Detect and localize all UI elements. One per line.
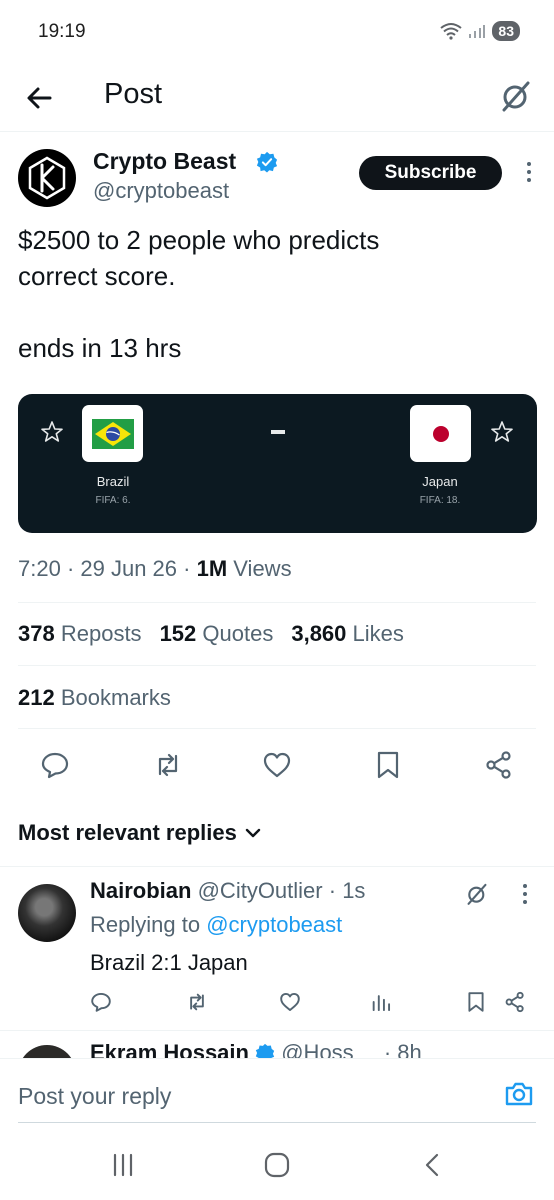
star-icon[interactable] xyxy=(490,420,514,444)
status-bar: 19:19 83 xyxy=(0,0,554,66)
bookmark-icon[interactable] xyxy=(465,991,487,1013)
reply-time: · 8h xyxy=(383,1040,422,1058)
reply-author-name[interactable]: Ekram Hossain xyxy=(90,1040,249,1058)
chevron-down-icon xyxy=(245,828,261,838)
views-label: Views xyxy=(233,556,292,581)
reply-time: · 1s xyxy=(328,878,366,903)
camera-icon[interactable] xyxy=(504,1079,534,1109)
score-separator xyxy=(271,430,285,434)
status-time: 19:19 xyxy=(38,21,86,42)
author-avatar[interactable] xyxy=(18,149,76,207)
composer-underline xyxy=(18,1122,536,1123)
divider xyxy=(0,866,554,867)
crypto-beast-logo-icon xyxy=(19,150,75,206)
back-arrow-icon[interactable] xyxy=(22,78,62,118)
home-icon[interactable] xyxy=(262,1150,292,1180)
away-team-fifa: FIFA: 18. xyxy=(419,495,461,506)
divider xyxy=(18,602,536,603)
brazil-flag xyxy=(82,405,143,462)
repost-icon[interactable] xyxy=(186,991,208,1013)
divider xyxy=(18,665,536,666)
reply-text: Brazil 2:1 Japan xyxy=(90,950,248,975)
page-title: Post xyxy=(104,78,163,110)
away-team-name: Japan xyxy=(422,474,458,489)
subscribe-button[interactable]: Subscribe xyxy=(359,156,502,190)
japan-flag-icon xyxy=(419,418,462,449)
brazil-flag-icon xyxy=(91,418,134,449)
wifi-icon xyxy=(440,23,463,40)
signal-icon xyxy=(469,25,486,38)
author-name[interactable]: Crypto Beast xyxy=(93,148,236,175)
match-card[interactable]: Brazil FIFA: 6. Japan FIFA: 18. xyxy=(18,394,537,533)
reposts-stat[interactable]: 378 Reposts xyxy=(18,621,142,647)
reply-author-name[interactable]: Nairobian xyxy=(90,878,191,903)
share-icon[interactable] xyxy=(484,750,514,780)
verified-badge-icon xyxy=(256,151,278,173)
post-text: $2500 to 2 people who predicts correct s… xyxy=(18,225,380,363)
grok-icon[interactable] xyxy=(496,76,536,116)
views-icon[interactable] xyxy=(370,991,392,1013)
replying-to-handle[interactable]: @cryptobeast xyxy=(206,912,342,937)
more-options-icon[interactable] xyxy=(524,160,534,184)
reply-icon[interactable] xyxy=(40,750,70,780)
top-app-bar: Post xyxy=(0,66,554,132)
home-team-fifa: FIFA: 6. xyxy=(95,495,131,506)
recent-apps-icon[interactable] xyxy=(108,1150,138,1180)
quotes-stat[interactable]: 152 Quotes xyxy=(160,621,274,647)
reply-author-handle[interactable]: @CityOutlier xyxy=(198,878,323,903)
home-team-name: Brazil xyxy=(96,474,130,489)
author-handle[interactable]: @cryptobeast xyxy=(93,178,229,204)
reply-input[interactable]: Post your reply xyxy=(18,1083,171,1110)
japan-flag xyxy=(410,405,471,462)
reply-header: Nairobian @CityOutlier · 1s xyxy=(90,878,365,904)
reply-composer: Post your reply xyxy=(0,1058,554,1124)
like-icon[interactable] xyxy=(279,991,301,1013)
repost-icon[interactable] xyxy=(153,750,183,780)
reply-header: Ekram Hossain @Hoss · 8h xyxy=(90,1040,422,1058)
bookmark-icon[interactable] xyxy=(373,750,403,780)
post-date[interactable]: 29 Jun 26 xyxy=(80,556,177,581)
reply-author-handle[interactable]: @Hoss xyxy=(281,1040,353,1058)
replying-to: Replying to @cryptobeast xyxy=(90,912,343,937)
system-navigation-bar xyxy=(0,1124,554,1200)
status-icons: 83 xyxy=(440,21,520,41)
more-options-icon[interactable] xyxy=(520,882,530,906)
battery-level: 83 xyxy=(492,21,520,41)
reply-icon[interactable] xyxy=(90,991,112,1013)
post-time[interactable]: 7:20 xyxy=(18,556,61,581)
verified-badge-icon xyxy=(255,1043,275,1058)
like-icon[interactable] xyxy=(262,750,292,780)
star-icon[interactable] xyxy=(40,420,64,444)
reply-avatar[interactable] xyxy=(18,1045,76,1058)
likes-stat[interactable]: 3,860 Likes xyxy=(291,621,404,647)
replies-sort-dropdown[interactable]: Most relevant replies xyxy=(18,820,261,846)
bookmarks-stat[interactable]: 212 Bookmarks xyxy=(18,685,171,711)
share-icon[interactable] xyxy=(504,991,526,1013)
reply-item-partial: Ekram Hossain @Hoss · 8h xyxy=(0,1030,554,1058)
grok-icon[interactable] xyxy=(463,880,491,908)
replies-sort-label: Most relevant replies xyxy=(18,820,237,845)
reply-avatar[interactable] xyxy=(18,884,76,942)
post-meta: 7:20 · 29 Jun 26 · 1M Views xyxy=(18,556,292,581)
engagement-stats: 378 Reposts 152 Quotes 3,860 Likes xyxy=(18,621,404,647)
views-count: 1M xyxy=(196,556,228,581)
back-nav-icon[interactable] xyxy=(418,1150,448,1180)
divider xyxy=(18,728,536,729)
